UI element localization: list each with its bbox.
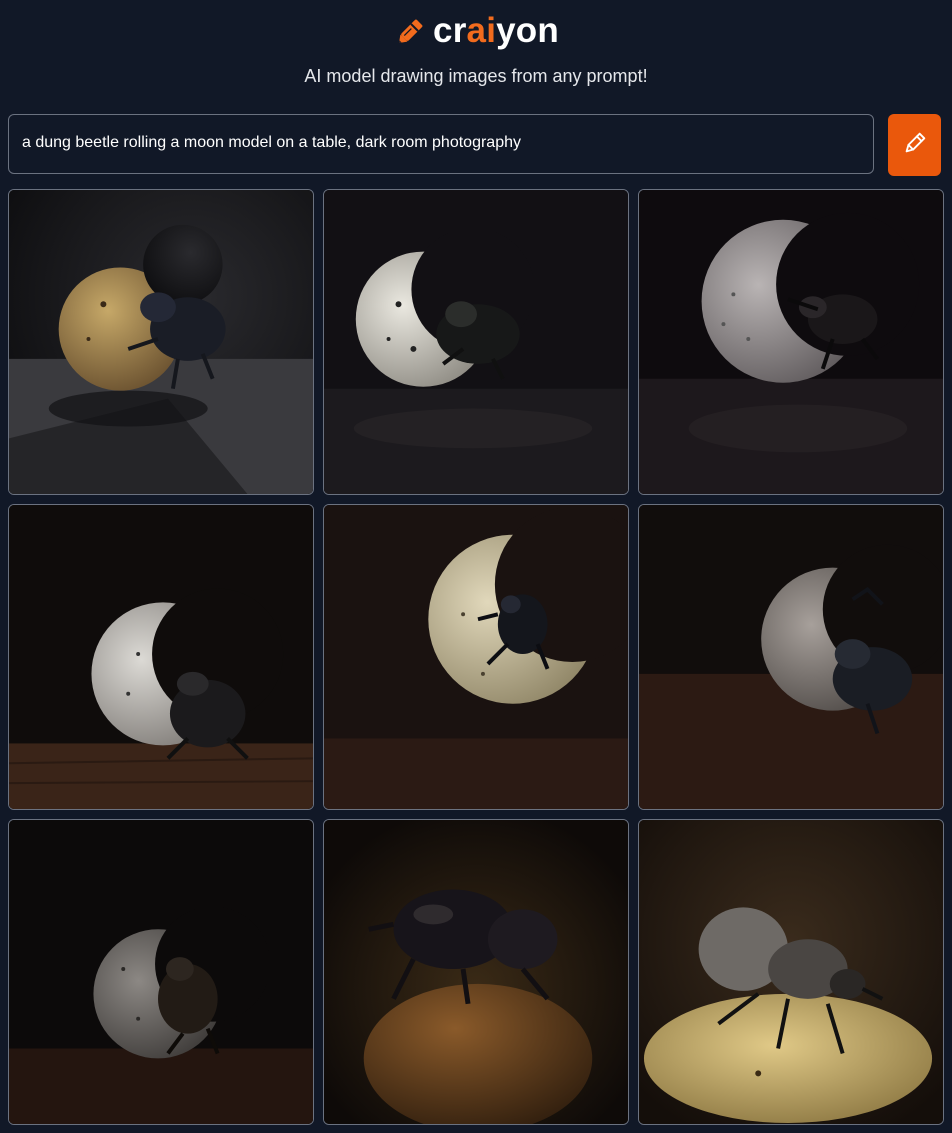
prompt-input[interactable]: a dung beetle rolling a moon model on a …	[8, 114, 874, 174]
tagline: AI model drawing images from any prompt!	[304, 66, 648, 86]
generated-image[interactable]	[638, 504, 944, 810]
logo-wordmark: craiyon	[433, 11, 559, 50]
pencil-icon	[901, 129, 929, 162]
generated-image[interactable]	[323, 819, 629, 1125]
logo-accent: ai	[466, 11, 497, 50]
generated-image[interactable]	[638, 189, 944, 495]
generated-image[interactable]	[323, 189, 629, 495]
logo[interactable]: craiyon	[0, 10, 952, 52]
generated-image[interactable]	[8, 819, 314, 1125]
craiyon-page: craiyon AI model drawing images from any…	[0, 0, 952, 1133]
result-grid	[8, 189, 944, 1125]
pencil-icon	[393, 13, 429, 49]
generated-image[interactable]	[638, 819, 944, 1125]
generated-image[interactable]	[8, 504, 314, 810]
draw-button[interactable]	[888, 114, 941, 176]
generated-image[interactable]	[323, 504, 629, 810]
generated-image[interactable]	[8, 189, 314, 495]
